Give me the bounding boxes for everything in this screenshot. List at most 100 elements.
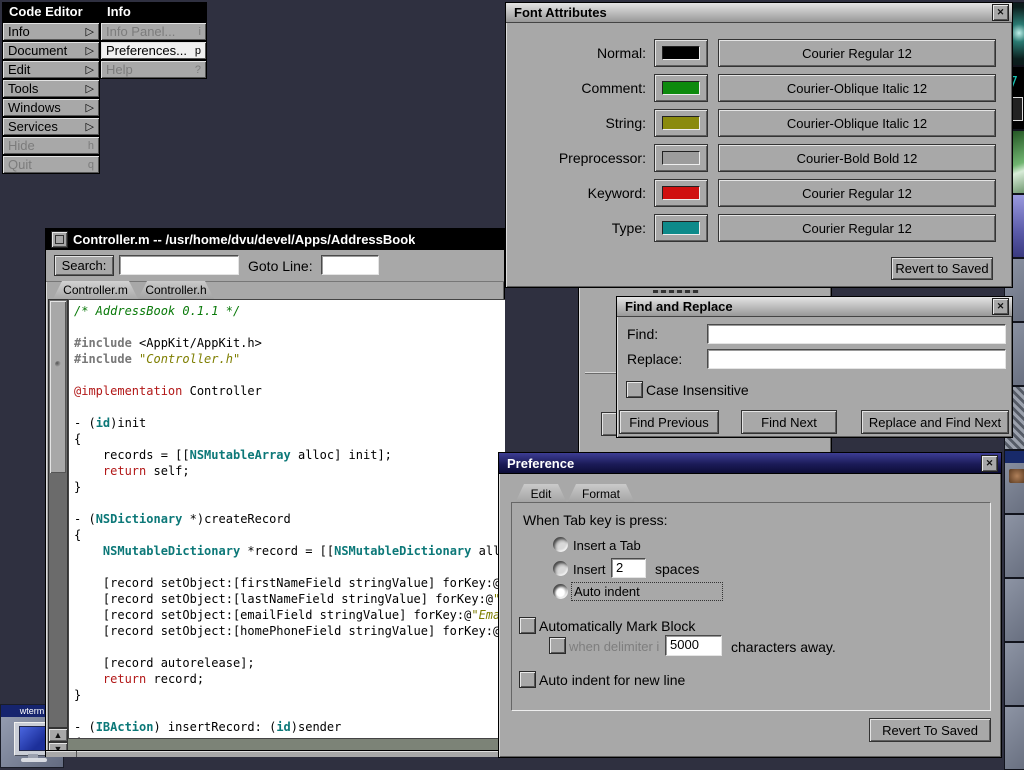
code-line: { bbox=[74, 527, 505, 543]
submenu-arrow-icon: ▷ bbox=[86, 82, 94, 95]
tab-format[interactable]: Format bbox=[567, 484, 635, 503]
miniaturize-button[interactable] bbox=[51, 231, 68, 248]
scroll-up-button[interactable]: ▲ bbox=[48, 728, 68, 742]
dock-tile-gray[interactable] bbox=[1004, 514, 1024, 578]
font-select-button-preprocessor[interactable]: Courier-Bold Bold 12 bbox=[718, 144, 996, 172]
code-line: @implementation Controller bbox=[74, 383, 505, 399]
submenu-arrow-icon: ▷ bbox=[86, 25, 94, 38]
menu-item-label: Services bbox=[8, 119, 58, 134]
revert-to-saved-button[interactable]: Revert To Saved bbox=[869, 718, 991, 742]
color-swatch-button-string[interactable] bbox=[654, 109, 708, 137]
main-menu-items: Info▷ Document▷ Edit▷ Tools ▷ Windows▷ Service… bbox=[3, 23, 99, 173]
close-icon[interactable]: ✕ bbox=[992, 4, 1009, 21]
code-line: - (NSDictionary *)createRecord bbox=[74, 511, 505, 527]
menu-item-document[interactable]: Document▷ bbox=[3, 42, 99, 59]
menu-item-label: Preferences... bbox=[106, 43, 187, 58]
color-swatch-button-keyword[interactable] bbox=[654, 179, 708, 207]
font-attr-row: Comment:Courier-Oblique Italic 12 bbox=[506, 74, 1012, 102]
find-previous-button[interactable]: Find Previous bbox=[619, 410, 719, 434]
font-attributes-title: Font Attributes bbox=[509, 5, 607, 20]
case-insensitive-checkbox[interactable] bbox=[626, 381, 643, 398]
scrollbar-thumb[interactable] bbox=[50, 301, 66, 473]
tab-controller-h[interactable]: Controller.h bbox=[138, 281, 214, 299]
font-select-button-string[interactable]: Courier-Oblique Italic 12 bbox=[718, 109, 996, 137]
when-delimiter-checkbox[interactable] bbox=[549, 637, 566, 654]
code-line bbox=[74, 399, 505, 415]
window-resize-bar[interactable] bbox=[46, 750, 504, 757]
menu-accelerator: q bbox=[88, 159, 94, 171]
color-swatch bbox=[662, 221, 700, 235]
find-replace-title: Find and Replace bbox=[620, 299, 733, 314]
code-line bbox=[74, 559, 505, 575]
search-input[interactable] bbox=[119, 255, 239, 275]
font-attr-label: String: bbox=[506, 109, 646, 137]
menu-item-windows[interactable]: Windows▷ bbox=[3, 99, 99, 116]
menu-item-label: Tools bbox=[8, 81, 38, 96]
editor-titlebar[interactable]: Controller.m -- /usr/home/dvu/devel/Apps… bbox=[46, 229, 504, 250]
code-line: { bbox=[74, 431, 505, 447]
dock-tile-gray[interactable] bbox=[1004, 706, 1024, 770]
radio-auto-indent[interactable] bbox=[553, 584, 568, 599]
menu-item-quit[interactable]: Quitq bbox=[3, 156, 99, 173]
color-swatch-button-comment[interactable] bbox=[654, 74, 708, 102]
radio-insert-a-tab[interactable] bbox=[553, 537, 568, 552]
color-swatch-button-type[interactable] bbox=[654, 214, 708, 242]
delimiter-count-field[interactable]: 5000 bbox=[665, 635, 722, 656]
code-line: NSMutableDictionary *record = [[NSMutabl… bbox=[74, 543, 505, 559]
goto-line-input[interactable] bbox=[321, 255, 379, 275]
auto-indent-newline-checkbox[interactable] bbox=[519, 671, 536, 688]
dock-tile-gray[interactable] bbox=[1004, 642, 1024, 706]
close-icon[interactable]: ✕ bbox=[992, 298, 1009, 315]
font-attr-row: String: Courier-Oblique Italic 12 bbox=[506, 109, 1012, 137]
font-select-button-normal[interactable]: Courier Regular 12 bbox=[718, 39, 996, 67]
radio-insert-spaces[interactable] bbox=[553, 561, 568, 576]
spaces-suffix-label: spaces bbox=[655, 561, 699, 577]
preference-title: Preference bbox=[502, 456, 574, 471]
menu-item-preferences[interactable]: Preferences...p bbox=[101, 42, 206, 59]
font-select-button-comment[interactable]: Courier-Oblique Italic 12 bbox=[718, 74, 996, 102]
menu-item-help[interactable]: Help? bbox=[101, 61, 206, 78]
auto-mark-block-checkbox[interactable] bbox=[519, 617, 536, 634]
find-next-button[interactable]: Find Next bbox=[741, 410, 837, 434]
font-select-button-type[interactable]: Courier Regular 12 bbox=[718, 214, 996, 242]
code-line: #include "Controller.h" bbox=[74, 351, 505, 367]
menu-item-info[interactable]: Info▷ bbox=[3, 23, 99, 40]
menu-item-tools[interactable]: Tools ▷ bbox=[3, 80, 99, 97]
find-input[interactable] bbox=[707, 324, 1006, 344]
menu-item-label: Help bbox=[106, 62, 133, 77]
revert-to-saved-button[interactable]: Revert to Saved bbox=[891, 257, 993, 280]
main-menu-title: Code Editor bbox=[3, 3, 99, 21]
menu-item-edit[interactable]: Edit▷ bbox=[3, 61, 99, 78]
preference-titlebar[interactable]: Preference ✕ bbox=[499, 453, 1001, 474]
tab-key-heading: When Tab key is press: bbox=[523, 512, 667, 528]
replace-input[interactable] bbox=[707, 349, 1006, 369]
menu-item-info-panel[interactable]: Info Panel...i bbox=[101, 23, 206, 40]
close-icon[interactable]: ✕ bbox=[981, 455, 998, 472]
font-select-button-keyword[interactable]: Courier Regular 12 bbox=[718, 179, 996, 207]
menu-item-label: Hide bbox=[8, 138, 35, 153]
main-menu: Code Editor Info▷ Document▷ Edit▷ Tools ▷ Win… bbox=[2, 2, 100, 174]
vertical-scrollbar[interactable] bbox=[48, 299, 68, 728]
color-swatch-button-normal[interactable] bbox=[654, 39, 708, 67]
tab-edit[interactable]: Edit bbox=[515, 484, 567, 503]
dock-tile-gray[interactable] bbox=[1004, 578, 1024, 642]
submenu-items: Info Panel...i Preferences...p Help? bbox=[101, 23, 206, 78]
font-attributes-titlebar[interactable]: Font Attributes ✕ bbox=[506, 3, 1012, 23]
code-line: return self; bbox=[74, 463, 505, 479]
dock-tile-app[interactable] bbox=[1004, 450, 1024, 514]
replace-and-find-next-button[interactable]: Replace and Find Next bbox=[861, 410, 1009, 434]
color-swatch bbox=[662, 46, 700, 60]
code-line: } bbox=[74, 479, 505, 495]
find-replace-titlebar[interactable]: Find and Replace ✕ bbox=[617, 297, 1012, 317]
search-button[interactable]: Search: bbox=[54, 255, 114, 276]
code-area[interactable]: /* AddressBook 0.1.1 */#include <AppKit/… bbox=[68, 299, 505, 739]
tab-controller-m[interactable]: Controller.m bbox=[53, 281, 138, 299]
menu-item-hide[interactable]: Hideh bbox=[3, 137, 99, 154]
spaces-count-field[interactable]: 2 bbox=[611, 558, 646, 578]
resize-handle-left[interactable] bbox=[46, 751, 77, 757]
menu-item-services[interactable]: Services▷ bbox=[3, 118, 99, 135]
color-swatch-button-preprocessor[interactable] bbox=[654, 144, 708, 172]
code-line bbox=[74, 367, 505, 383]
code-line: - (id)init bbox=[74, 415, 505, 431]
submenu-arrow-icon: ▷ bbox=[86, 63, 94, 76]
